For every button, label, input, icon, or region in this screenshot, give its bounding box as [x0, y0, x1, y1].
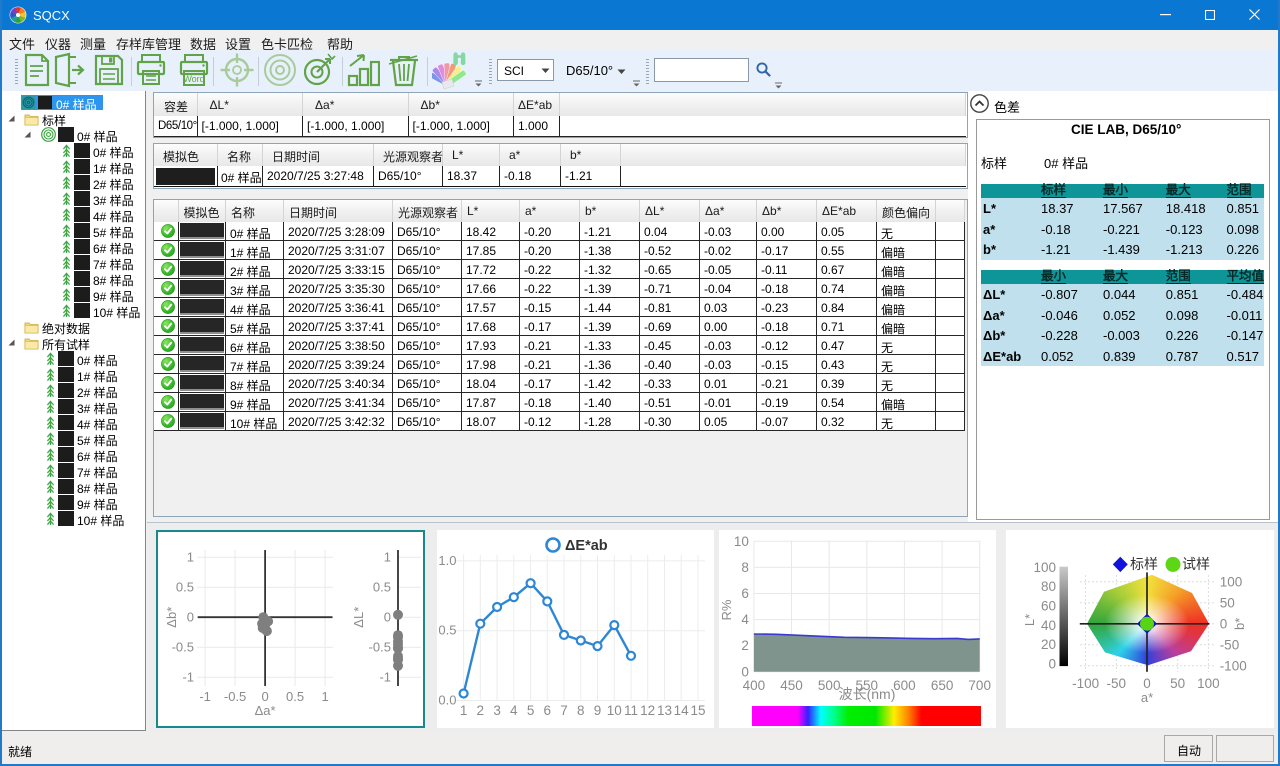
svg-text:0.5: 0.5 [286, 689, 304, 704]
svg-text:0.5: 0.5 [438, 623, 456, 638]
svg-text:R%: R% [719, 599, 734, 620]
svg-text:-1: -1 [182, 670, 194, 685]
svg-text:0: 0 [1143, 676, 1151, 691]
svg-text:700: 700 [968, 678, 991, 693]
svg-text:Δb*: Δb* [164, 607, 179, 628]
svg-text:100: 100 [1197, 676, 1220, 691]
svg-text:-50: -50 [1107, 676, 1127, 691]
svg-text:400: 400 [743, 678, 766, 693]
svg-text:5: 5 [527, 703, 535, 718]
svg-text:50: 50 [1220, 595, 1235, 610]
svg-text:7: 7 [560, 703, 568, 718]
svg-text:a*: a* [1141, 690, 1153, 705]
svg-text:10: 10 [607, 703, 622, 718]
svg-text:Δa*: Δa* [255, 703, 276, 718]
svg-text:-1: -1 [379, 670, 391, 685]
svg-text:20: 20 [1041, 637, 1056, 652]
svg-text:-100: -100 [1220, 658, 1247, 673]
svg-text:9: 9 [594, 703, 602, 718]
svg-text:试样: 试样 [1182, 556, 1210, 572]
svg-text:15: 15 [690, 703, 705, 718]
svg-text:450: 450 [780, 678, 803, 693]
svg-text:8: 8 [741, 560, 749, 575]
svg-text:0: 0 [1048, 656, 1056, 671]
svg-text:60: 60 [1041, 599, 1056, 614]
svg-text:0: 0 [384, 610, 391, 625]
svg-text:-0.5: -0.5 [369, 640, 391, 655]
svg-text:1.0: 1.0 [438, 553, 456, 568]
svg-text:80: 80 [1041, 579, 1056, 594]
svg-text:40: 40 [1041, 618, 1056, 633]
svg-text:6: 6 [741, 586, 749, 601]
svg-text:3: 3 [493, 703, 501, 718]
svg-text:-1: -1 [199, 689, 211, 704]
svg-text:Word: Word [183, 74, 204, 84]
svg-text:2: 2 [741, 638, 749, 653]
svg-text:1: 1 [321, 689, 328, 704]
svg-text:100: 100 [1220, 574, 1243, 589]
svg-text:11: 11 [624, 703, 638, 718]
svg-text:10: 10 [734, 534, 749, 549]
svg-text:4: 4 [510, 703, 518, 718]
svg-text:500: 500 [818, 678, 841, 693]
svg-text:-0.5: -0.5 [224, 689, 246, 704]
svg-text:-100: -100 [1072, 676, 1099, 691]
svg-text:6: 6 [544, 703, 552, 718]
svg-text:2: 2 [477, 703, 485, 718]
svg-text:1: 1 [384, 550, 391, 565]
svg-text:0.5: 0.5 [373, 580, 391, 595]
svg-text:L*: L* [1022, 614, 1037, 626]
svg-text:14: 14 [674, 703, 690, 718]
svg-text:50: 50 [1170, 676, 1185, 691]
svg-text:4: 4 [741, 612, 749, 627]
svg-text:13: 13 [657, 703, 672, 718]
svg-text:ΔL*: ΔL* [351, 607, 366, 628]
svg-text:8: 8 [577, 703, 585, 718]
svg-text:0: 0 [187, 610, 194, 625]
svg-text:波长(nm): 波长(nm) [839, 686, 896, 702]
svg-text:0.0: 0.0 [438, 693, 456, 708]
svg-text:b*: b* [1232, 618, 1247, 630]
svg-text:12: 12 [640, 703, 655, 718]
svg-text:ΔE*ab: ΔE*ab [565, 538, 608, 554]
svg-text:标样: 标样 [1130, 556, 1158, 572]
svg-text:100: 100 [1033, 560, 1056, 575]
svg-text:0.5: 0.5 [176, 580, 194, 595]
svg-text:-0.5: -0.5 [172, 640, 194, 655]
svg-text:0: 0 [1220, 616, 1228, 631]
svg-text:1: 1 [187, 550, 194, 565]
svg-text:0: 0 [261, 689, 268, 704]
svg-text:650: 650 [931, 678, 954, 693]
svg-text:1: 1 [460, 703, 468, 718]
svg-text:-50: -50 [1220, 637, 1240, 652]
svg-text:600: 600 [893, 678, 916, 693]
